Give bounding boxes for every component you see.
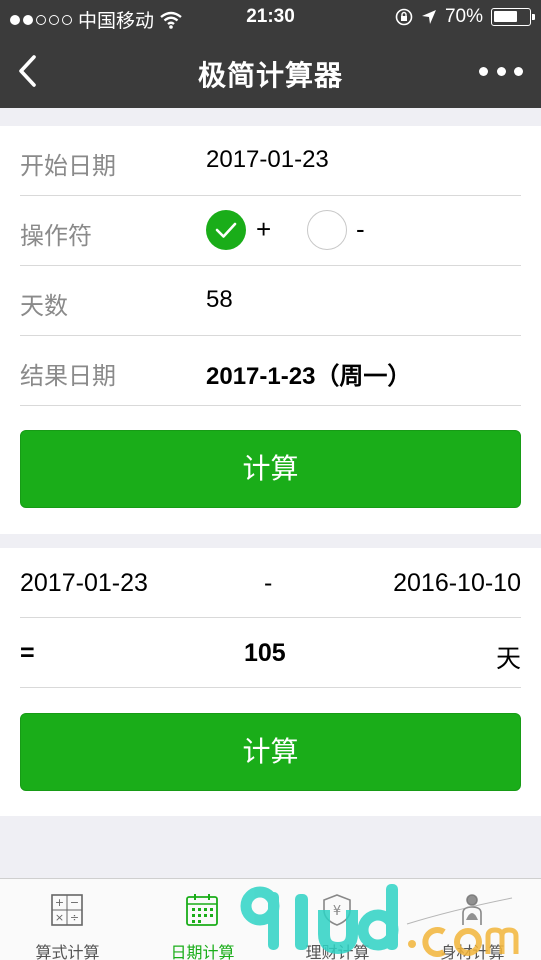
days-row: 天数 58 xyxy=(20,266,521,336)
tab-bar: + − × ÷ 算式计算 日期计算 ¥ 理财计算 身材计算 xyxy=(0,878,541,960)
calculate-diff-button[interactable]: 计算 xyxy=(20,713,521,791)
start-date-value[interactable]: 2017-01-23 xyxy=(206,146,329,174)
svg-text:−: − xyxy=(70,896,79,909)
date-calc-card: 开始日期 2017-01-23 操作符 + - 天数 58 结果日期 2017-… xyxy=(0,126,541,534)
battery-icon xyxy=(491,8,535,26)
top-bar: 中国移动 21:30 70% 极简计算器 xyxy=(0,0,541,108)
diff-minus-sign: - xyxy=(264,569,273,597)
diff-result-value: 105 xyxy=(244,639,286,667)
result-date-label: 结果日期 xyxy=(20,363,116,390)
money-shield-icon: ¥ xyxy=(323,894,351,926)
checkmark-icon xyxy=(215,222,237,238)
svg-text:÷: ÷ xyxy=(70,911,79,924)
minus-label: - xyxy=(356,214,365,244)
tab-body[interactable]: 身材计算 xyxy=(405,879,540,960)
calculate-button[interactable]: 计算 xyxy=(20,430,521,508)
tab-label: 身材计算 xyxy=(440,945,505,960)
status-bar: 中国移动 21:30 70% xyxy=(0,0,541,34)
date-diff-card: 2017-01-23 - 2016-10-10 = 105 天 计算 xyxy=(0,548,541,816)
tab-finance[interactable]: ¥ 理财计算 xyxy=(270,879,405,960)
page-title: 极简计算器 xyxy=(197,60,343,91)
result-date-value: 2017-1-23（周一） xyxy=(206,363,412,390)
diff-result-row: = 105 天 xyxy=(20,618,521,688)
nav-bar: 极简计算器 xyxy=(0,34,541,108)
plus-label: + xyxy=(256,214,272,244)
days-input[interactable]: 58 xyxy=(206,286,233,314)
operator-row: 操作符 + - xyxy=(20,196,521,266)
diff-date-a[interactable]: 2017-01-23 xyxy=(20,569,148,598)
more-dot xyxy=(479,66,488,76)
minus-radio[interactable] xyxy=(307,210,347,250)
days-label: 天数 xyxy=(20,293,68,320)
tab-label: 算式计算 xyxy=(35,945,100,960)
diff-date-b[interactable]: 2016-10-10 xyxy=(393,569,521,598)
operator-label: 操作符 xyxy=(20,223,92,250)
battery-fill xyxy=(494,11,517,22)
start-date-label: 开始日期 xyxy=(20,153,116,180)
svg-text:+: + xyxy=(55,896,64,909)
more-dot xyxy=(514,66,523,76)
tab-formula[interactable]: + − × ÷ 算式计算 xyxy=(0,879,135,960)
calendar-icon xyxy=(186,894,218,926)
tab-label: 日期计算 xyxy=(170,945,235,960)
rotation-lock-icon xyxy=(395,8,413,26)
plus-radio[interactable] xyxy=(206,210,246,250)
result-date-row: 结果日期 2017-1-23（周一） xyxy=(20,336,521,406)
equals-sign: = xyxy=(20,639,35,667)
status-right: 70% xyxy=(395,6,535,28)
more-dot xyxy=(496,66,506,76)
tab-date[interactable]: 日期计算 xyxy=(135,879,270,960)
diff-unit: 天 xyxy=(495,645,521,673)
calculator-icon: + − × ÷ xyxy=(51,894,83,926)
diff-dates-row: 2017-01-23 - 2016-10-10 xyxy=(20,548,521,618)
battery-percent: 70% xyxy=(444,6,483,27)
more-dots-icon[interactable] xyxy=(479,60,523,82)
tab-label: 理财计算 xyxy=(305,945,370,960)
svg-text:×: × xyxy=(55,911,64,924)
start-date-row[interactable]: 开始日期 2017-01-23 xyxy=(20,126,521,196)
body-icon xyxy=(462,894,482,925)
location-arrow-icon xyxy=(421,10,436,24)
svg-text:¥: ¥ xyxy=(333,904,341,919)
